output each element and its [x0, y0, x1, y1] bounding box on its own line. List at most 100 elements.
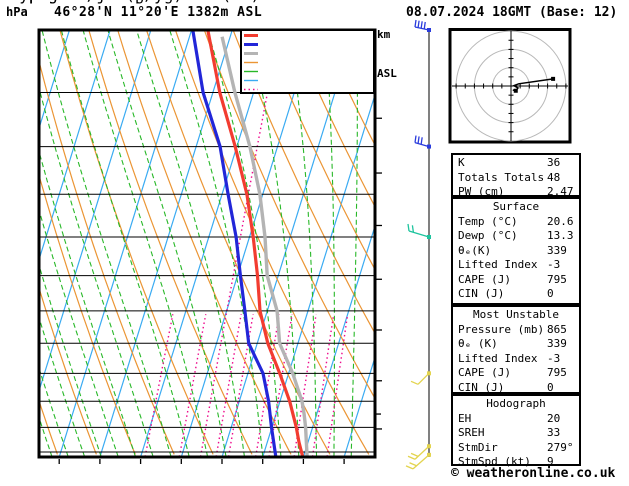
stat-value: 795: [547, 272, 567, 286]
stat-row: Dewp (°C) 13.3: [458, 229, 579, 244]
stat-value: 0: [547, 380, 554, 394]
stat-label: SREH: [458, 426, 485, 439]
stat-label: Dewp (°C): [458, 229, 518, 242]
stat-value: 279°: [547, 440, 574, 454]
wind-barb-feather: [417, 20, 420, 28]
wet-adiabat-line: [39, 315, 86, 457]
stat-label: Lifted Index: [458, 258, 538, 271]
stat-value: 20: [547, 411, 561, 425]
wind-barb-feather: [410, 380, 419, 385]
wet-adiabat-line: [0, 30, 20, 457]
isotherm-line: [39, 30, 111, 262]
stat-value: 20.6: [547, 214, 574, 228]
most-unstable-header: Most Unstable: [472, 308, 560, 321]
parcel-trajectory-curve: [220, 36, 309, 457]
indices-box: K 36 Totals Totals 48 PW (cm) 2.47: [451, 153, 581, 198]
surface-box: Surface Temp (°C) 20.6 Dewp (°C) 13.3 θₑ(K…: [451, 197, 581, 305]
wind-barb-column: [405, 19, 431, 470]
wind-barb-feather: [414, 19, 417, 28]
stat-value: 339: [547, 337, 567, 350]
dry-adiabat-line: [88, 30, 253, 455]
stat-label: Pressure (mb): [458, 322, 545, 336]
stat-label: θₑ (K): [458, 337, 498, 350]
stat-label: CAPE (J): [458, 272, 511, 286]
wet-adiabat-line: [39, 263, 102, 457]
stat-value: 33: [547, 426, 561, 439]
stat-value: 865: [547, 322, 567, 336]
stat-label: CAPE (J): [458, 366, 511, 379]
legend-box: [240, 29, 375, 94]
wind-barb-feather: [420, 21, 423, 29]
stat-value: 13.3: [547, 229, 574, 242]
stat-row: StmDir 279°: [458, 441, 579, 456]
dry-adiabat-line: [39, 58, 175, 455]
wind-barb-feather: [409, 462, 417, 467]
most-unstable-box: Most Unstable Pressure (mb) 865 θₑ (K) 339…: [451, 305, 581, 394]
stat-label: Lifted Index: [458, 351, 538, 365]
wind-barb-feather: [414, 135, 417, 143]
wind-barb-staff: [412, 454, 430, 470]
stat-value: 48: [547, 170, 561, 184]
wet-adiabat-line: [0, 30, 4, 457]
isotherm-line: [99, 30, 233, 457]
stat-label: CIN (J): [458, 380, 505, 394]
wind-barb-feather: [411, 225, 415, 233]
stat-row: Lifted Index -3: [458, 258, 579, 273]
stat-row: Pressure (mb) 865: [458, 323, 579, 338]
isotherm-line: [302, 224, 375, 457]
mixing-ratio-line: [227, 314, 254, 457]
wet-adiabat-line: [39, 366, 69, 457]
hodograph-stats-header: Hodograph: [486, 397, 546, 410]
stat-label: EH: [458, 411, 472, 425]
stat-row: Totals Totals 48: [458, 171, 579, 186]
surface-box-header: Surface: [492, 200, 540, 213]
wind-barb-feather: [410, 452, 419, 457]
stat-value: -3: [547, 258, 561, 271]
stat-row: CAPE (J) 795: [458, 273, 579, 288]
stat-row: θₑ(K) 339: [458, 244, 579, 259]
dry-adiabat-line: [59, 30, 214, 455]
svg-text:Mixing Ratio: Mixing Ratio: [0, 0, 116, 4]
hodograph-stats-box: Hodograph EH 20 SREH 33 StmDir 279° StmSpd …: [451, 394, 581, 468]
stat-row: CAPE (J) 795: [458, 366, 579, 381]
wind-barb-feather: [423, 21, 426, 30]
wind-barb-staff: [414, 141, 430, 148]
wet-adiabat-line: [41, 30, 172, 457]
copyright: © weatheronline.co.uk: [451, 466, 616, 481]
hodograph-marker: [513, 88, 518, 93]
datetime-label: 08.07.2024 18GMT (Base: 12): [406, 5, 618, 20]
stat-row: EH 20: [458, 412, 579, 427]
hodograph-marker: [551, 76, 556, 81]
stat-label: θₑ(K): [458, 243, 492, 257]
wet-adiabat-line: [169, 30, 264, 457]
wet-adiabat-line: [350, 30, 358, 457]
wind-barb-staff: [408, 230, 430, 238]
station-title: 46°28'N 11°20'E 1382m ASL: [54, 5, 263, 20]
wet-adiabat-line: [39, 149, 137, 457]
wet-adiabat-line: [0, 30, 36, 457]
sounding-page: 1234581015202530035040045050055060065070…: [0, 0, 629, 486]
stat-value: 795: [547, 366, 567, 379]
wind-barb-feather: [405, 465, 414, 470]
height-axis-asl: ASL: [377, 67, 397, 80]
stat-row: CIN (J) 0: [458, 287, 579, 302]
stat-label: CIN (J): [458, 287, 505, 300]
mixing-ratio-line: [144, 314, 174, 457]
stat-row: θₑ (K) 339: [458, 337, 579, 352]
wind-barb-feather: [420, 137, 423, 145]
wet-adiabat-line: [324, 30, 335, 457]
stat-value: -3: [547, 351, 561, 365]
stat-row: Temp (°C) 20.6: [458, 215, 579, 230]
stat-value: 36: [547, 156, 561, 169]
wet-adiabat-line: [288, 30, 318, 457]
isotherm-line: [0, 30, 29, 457]
stat-label: Totals Totals: [458, 170, 545, 184]
stat-row: CIN (J) 0: [458, 381, 579, 396]
stat-label: Temp (°C): [458, 214, 518, 228]
dry-adiabat-line: [0, 30, 19, 454]
stat-row: Lifted Index -3: [458, 352, 579, 367]
wind-barb-feather: [407, 455, 416, 460]
height-axis-km: km: [377, 28, 391, 41]
wind-barb-feather: [417, 136, 420, 144]
wind-barb-staff: [417, 372, 430, 385]
